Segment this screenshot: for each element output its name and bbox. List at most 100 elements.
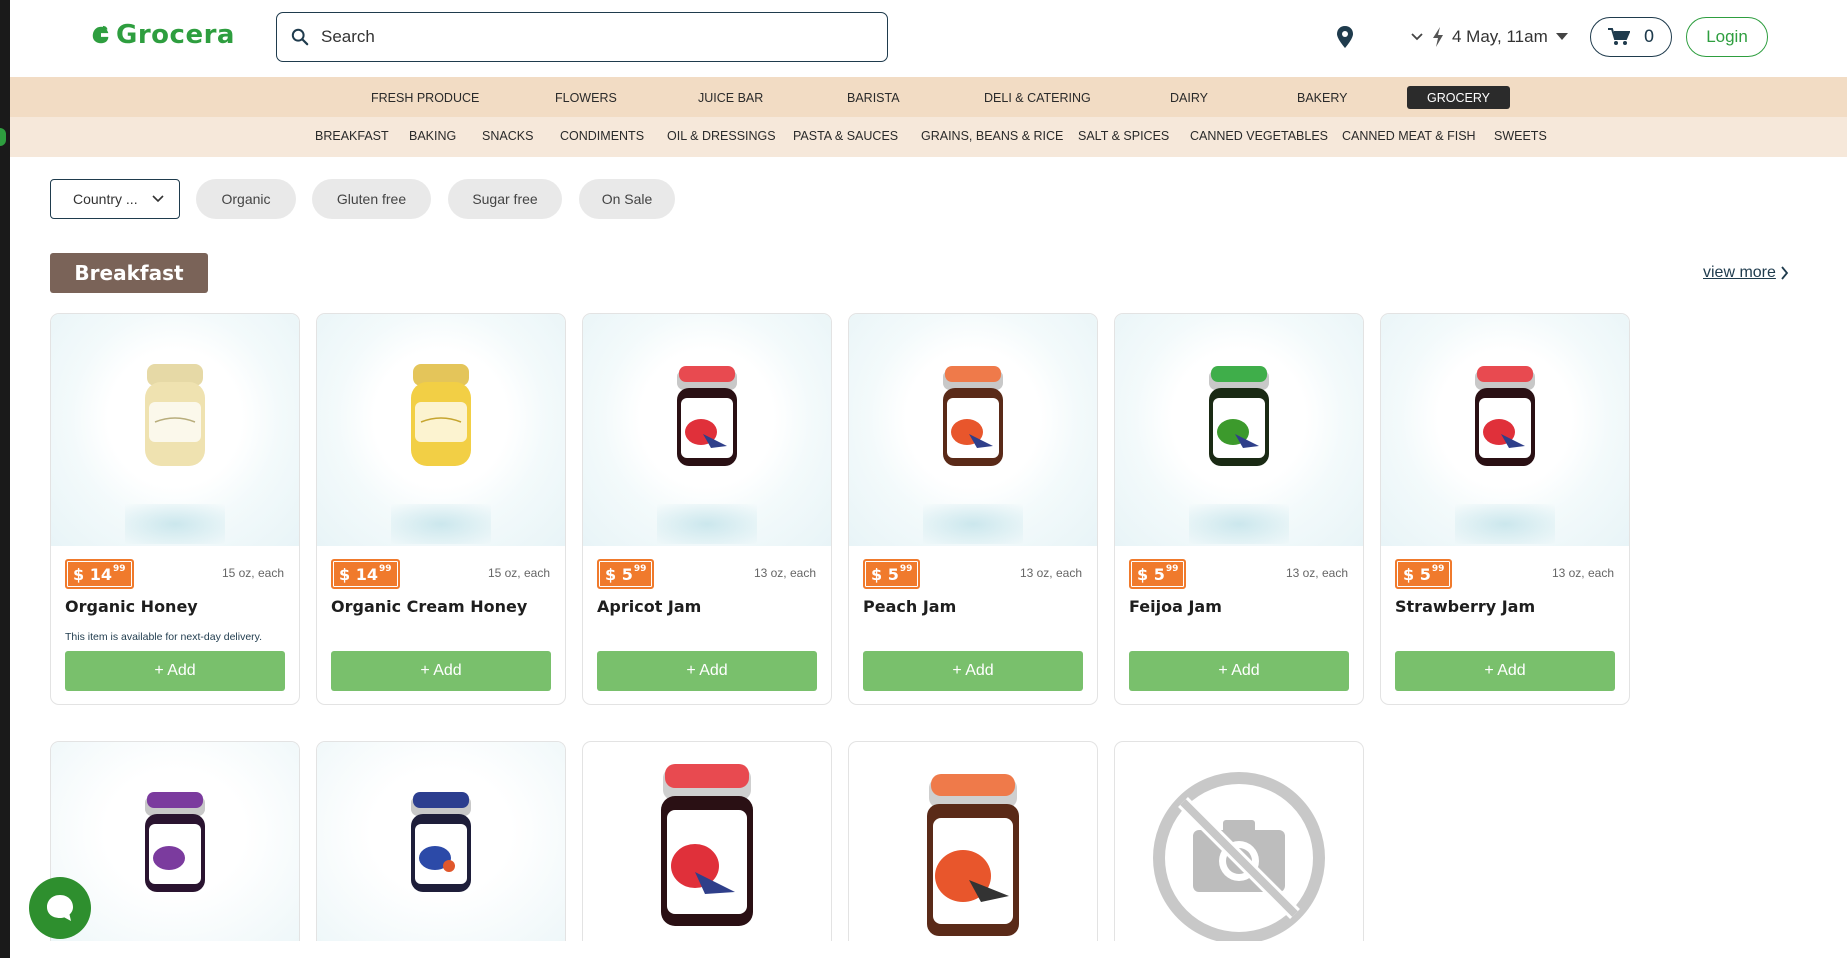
filter-sugar-free[interactable]: Sugar free: [448, 179, 562, 219]
filter-on-sale[interactable]: On Sale: [579, 179, 675, 219]
price-cents: 99: [899, 564, 913, 574]
add-to-cart-button[interactable]: + Add: [1129, 651, 1349, 691]
subnav-salt-spices[interactable]: SALT & SPICES: [1078, 129, 1169, 143]
subnav-breakfast[interactable]: BREAKFAST: [315, 129, 389, 143]
subnav-grains-beans-rice[interactable]: GRAINS, BEANS & RICE: [921, 129, 1063, 143]
chevron-down-icon: [1411, 33, 1423, 41]
price-badge: $ 5 99: [863, 559, 921, 589]
product-size: 15 oz, each: [487, 566, 550, 580]
price-main: $ 14: [339, 565, 378, 584]
main-category-nav: FRESH PRODUCE FLOWERS JUICE BAR BARISTA …: [10, 77, 1847, 117]
product-card[interactable]: $ 5 99 13 oz, each Feijoa Jam + Add: [1114, 313, 1364, 705]
login-button[interactable]: Login: [1686, 17, 1768, 57]
product-size: 13 oz, each: [1551, 566, 1614, 580]
brand-name: Grocera: [116, 20, 235, 50]
cart-count: 0: [1643, 27, 1655, 47]
product-size: 13 oz, each: [1019, 566, 1082, 580]
subcategory-nav: BREAKFAST BAKING SNACKS CONDIMENTS OIL &…: [10, 117, 1847, 157]
subnav-condiments[interactable]: CONDIMENTS: [560, 129, 644, 143]
product-name[interactable]: Organic Cream Honey: [331, 597, 527, 616]
nav-juice-bar[interactable]: JUICE BAR: [698, 86, 763, 109]
caret-down-icon: [1555, 33, 1568, 40]
product-image-shadow: [657, 504, 757, 544]
subnav-snacks[interactable]: SNACKS: [482, 129, 533, 143]
price-badge: $ 5 99: [1129, 559, 1187, 589]
product-card[interactable]: [848, 741, 1098, 941]
section-title: Breakfast: [50, 253, 208, 293]
leaf-logo-icon: [92, 25, 109, 44]
cart-button[interactable]: 0: [1590, 17, 1672, 57]
jar-purple-icon: [145, 792, 205, 892]
product-name[interactable]: Apricot Jam: [597, 597, 701, 616]
delivery-time: 4 May, 11am: [1452, 27, 1548, 46]
price-main: $ 5: [1137, 565, 1165, 584]
product-card[interactable]: $ 5 99 13 oz, each Apricot Jam + Add: [582, 313, 832, 705]
product-card[interactable]: [582, 741, 832, 941]
search-input[interactable]: [321, 27, 861, 47]
nav-deli-catering[interactable]: DELI & CATERING: [984, 86, 1091, 109]
chevron-right-icon: [1781, 266, 1789, 280]
filter-gluten-free[interactable]: Gluten free: [312, 179, 431, 219]
price-badge: $ 14 99: [331, 559, 400, 589]
product-name[interactable]: Feijoa Jam: [1129, 597, 1222, 616]
add-to-cart-button[interactable]: + Add: [331, 651, 551, 691]
product-card[interactable]: $ 5 99 13 oz, each Peach Jam + Add: [848, 313, 1098, 705]
nav-barista[interactable]: BARISTA: [847, 86, 900, 109]
subnav-baking[interactable]: BAKING: [409, 129, 456, 143]
product-name[interactable]: Organic Honey: [65, 597, 198, 616]
chevron-down-icon: [152, 195, 164, 203]
product-card[interactable]: $ 14 99 15 oz, each Organic Honey This it…: [50, 313, 300, 705]
country-filter-dropdown[interactable]: Country ...: [50, 179, 180, 219]
price-cents: 99: [112, 564, 126, 574]
add-to-cart-button[interactable]: + Add: [65, 651, 285, 691]
view-more-link[interactable]: view more: [1703, 264, 1789, 282]
product-card[interactable]: [316, 741, 566, 941]
price-main: $ 14: [73, 565, 112, 584]
product-name[interactable]: Peach Jam: [863, 597, 956, 616]
product-size: 13 oz, each: [753, 566, 816, 580]
nav-grocery[interactable]: GROCERY: [1407, 86, 1510, 109]
subnav-pasta-sauces[interactable]: PASTA & SAUCES: [793, 129, 898, 143]
country-filter-label: Country ...: [73, 191, 138, 207]
product-card[interactable]: $ 14 99 15 oz, each Organic Cream Honey +…: [316, 313, 566, 705]
delivery-time-selector[interactable]: 4 May, 11am: [1410, 22, 1568, 52]
search-icon: [291, 28, 309, 46]
add-to-cart-button[interactable]: + Add: [597, 651, 817, 691]
product-image-shadow: [1455, 504, 1555, 544]
search-box[interactable]: [276, 12, 888, 62]
no-image-icon: [1153, 772, 1325, 941]
jar-peach-large-icon: [927, 774, 1019, 936]
jam-jar-icon: [1475, 366, 1535, 466]
filter-organic[interactable]: Organic: [196, 179, 296, 219]
add-to-cart-button[interactable]: + Add: [1395, 651, 1615, 691]
product-image-shadow: [923, 504, 1023, 544]
jar-strawberry-large-icon: [661, 764, 753, 926]
jam-jar-icon: [677, 366, 737, 466]
add-to-cart-button[interactable]: + Add: [863, 651, 1083, 691]
jam-jar-icon: [1209, 366, 1269, 466]
product-image-shadow: [391, 504, 491, 544]
nav-dairy[interactable]: DAIRY: [1170, 86, 1208, 109]
product-name[interactable]: Strawberry Jam: [1395, 597, 1535, 616]
subnav-canned-vegetables[interactable]: CANNED VEGETABLES: [1190, 129, 1328, 143]
price-cents: 99: [633, 564, 647, 574]
logo[interactable]: Grocera: [90, 20, 235, 50]
price-cents: 99: [1165, 564, 1179, 574]
price-cents: 99: [378, 564, 392, 574]
honey-jar-icon: [145, 364, 205, 466]
subnav-canned-meat-fish[interactable]: CANNED MEAT & FISH: [1342, 129, 1476, 143]
product-image: [317, 742, 565, 941]
product-image-shadow: [1189, 504, 1289, 544]
price-main: $ 5: [871, 565, 899, 584]
chat-button[interactable]: [29, 877, 91, 939]
nav-fresh-produce[interactable]: FRESH PRODUCE: [371, 86, 479, 109]
location-pin-icon[interactable]: [1336, 26, 1354, 48]
subnav-sweets[interactable]: SWEETS: [1494, 129, 1547, 143]
product-card[interactable]: $ 5 99 13 oz, each Strawberry Jam + Add: [1380, 313, 1630, 705]
subnav-oil-dressings[interactable]: OIL & DRESSINGS: [667, 129, 776, 143]
product-card[interactable]: [1114, 741, 1364, 941]
nav-flowers[interactable]: FLOWERS: [555, 86, 617, 109]
nav-bakery[interactable]: BAKERY: [1297, 86, 1348, 109]
product-size: 15 oz, each: [221, 566, 284, 580]
price-cents: 99: [1431, 564, 1445, 574]
